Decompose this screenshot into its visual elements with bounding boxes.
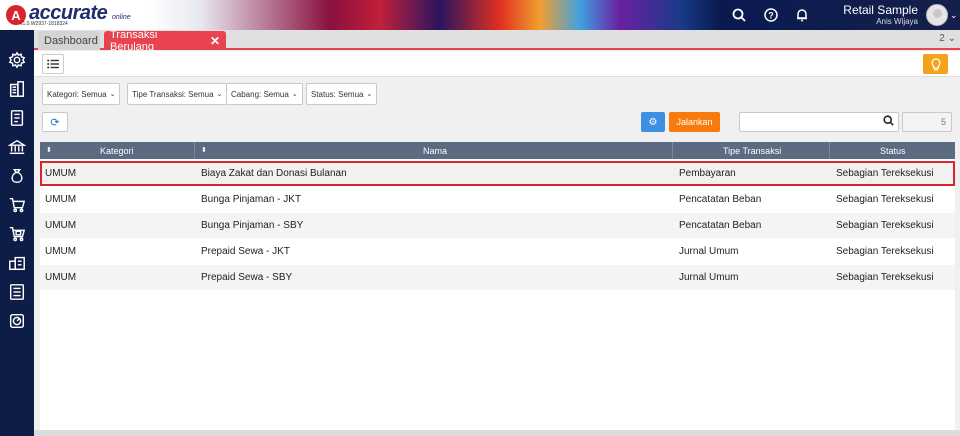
tab-label: Dashboard bbox=[44, 34, 98, 47]
data-table: ⬍ Kategori ⬍ Nama Tipe Transaksi Status … bbox=[40, 142, 955, 430]
cell-kategori: UMUM bbox=[45, 272, 77, 283]
filter-tipe-transaksi[interactable]: Tipe Transaksi: Semua ⌄ bbox=[127, 83, 228, 105]
filter-label: Kategori: Semua bbox=[47, 89, 107, 99]
column-label: Tipe Transaksi bbox=[723, 145, 782, 156]
cell-nama: Prepaid Sewa - SBY bbox=[201, 272, 293, 283]
sort-icon: ⬍ bbox=[46, 147, 52, 154]
tab-bar: Dashboard Transaksi Berulang ✕ 2 ⌄ bbox=[34, 28, 960, 53]
cell-nama: Bunga Pinjaman - JKT bbox=[201, 194, 302, 205]
chevron-down-icon: ⌄ bbox=[109, 91, 116, 98]
cell-nama: Bunga Pinjaman - SBY bbox=[201, 220, 304, 231]
table-row[interactable]: UMUM Biaya Zakat dan Donasi Bulanan Pemb… bbox=[40, 161, 955, 186]
gear-icon: ⚙ bbox=[648, 116, 658, 128]
tab-label: Transaksi Berulang bbox=[110, 28, 158, 53]
logo-text: accurate bbox=[29, 2, 108, 24]
cell-status: Sebagian Tereksekusi bbox=[836, 220, 934, 231]
cell-tipe: Jurnal Umum bbox=[679, 246, 739, 257]
warehouse-icon[interactable] bbox=[7, 253, 27, 273]
cell-tipe: Pembayaran bbox=[679, 168, 736, 179]
dashboard-gauge-icon[interactable] bbox=[7, 311, 27, 331]
cell-tipe: Jurnal Umum bbox=[679, 272, 739, 283]
money-bag-icon[interactable] bbox=[7, 166, 27, 186]
tips-button[interactable] bbox=[923, 54, 948, 74]
bell-icon[interactable] bbox=[793, 6, 811, 24]
tab-count-dropdown[interactable]: 2 ⌄ bbox=[939, 33, 956, 44]
cell-status: Sebagian Tereksekusi bbox=[836, 246, 934, 257]
filter-kategori[interactable]: Kategori: Semua ⌄ bbox=[42, 83, 121, 105]
cell-nama: Biaya Zakat dan Donasi Bulanan bbox=[201, 168, 347, 179]
svg-text:?: ? bbox=[768, 11, 774, 21]
version-text: v1.0.W2937-1818324 bbox=[20, 21, 68, 27]
column-header-status[interactable]: Status bbox=[830, 142, 955, 159]
cell-tipe: Pencatatan Beban bbox=[679, 220, 762, 231]
column-header-tipe-transaksi[interactable]: Tipe Transaksi bbox=[673, 142, 830, 159]
cell-nama: Prepaid Sewa - JKT bbox=[201, 246, 290, 257]
table-header: ⬍ Kategori ⬍ Nama Tipe Transaksi Status bbox=[40, 142, 955, 159]
chevron-down-icon: ⌄ bbox=[366, 91, 373, 98]
filter-cabang[interactable]: Cabang: Semua ⌄ bbox=[226, 83, 303, 105]
refresh-icon: ⟳ bbox=[50, 116, 60, 129]
cell-kategori: UMUM bbox=[45, 194, 77, 205]
table-row[interactable]: UMUM Bunga Pinjaman - JKT Pencatatan Beb… bbox=[40, 187, 955, 212]
settings-button[interactable]: ⚙ bbox=[641, 112, 665, 132]
tab-transaksi-berulang[interactable]: Transaksi Berulang ✕ bbox=[104, 28, 226, 53]
cart-icon[interactable] bbox=[7, 195, 27, 215]
cell-status: Sebagian Tereksekusi bbox=[836, 194, 934, 205]
logo-online-text: online bbox=[112, 14, 131, 21]
column-label: Nama bbox=[423, 145, 448, 156]
table-row[interactable]: UMUM Prepaid Sewa - SBY Jurnal Umum Seba… bbox=[40, 265, 955, 290]
cell-status: Sebagian Tereksekusi bbox=[836, 272, 934, 283]
run-button[interactable]: Jalankan bbox=[669, 112, 720, 132]
filter-status[interactable]: Status: Semua ⌄ bbox=[306, 83, 378, 105]
list-icon bbox=[47, 59, 59, 69]
help-icon[interactable]: ? bbox=[762, 6, 780, 24]
top-bar: A accurate online v1.0.W2937-1818324 ? R… bbox=[0, 0, 960, 30]
horizontal-scrollbar[interactable] bbox=[34, 430, 960, 436]
lightbulb-icon bbox=[931, 57, 940, 70]
toolbar bbox=[34, 51, 960, 77]
user-name: Anis Wijaya bbox=[876, 17, 918, 26]
ledger-icon[interactable] bbox=[7, 108, 27, 128]
main-content: Kategori: Semua ⌄ Tipe Transaksi: Semua ⌄ … bbox=[34, 77, 960, 436]
table-row[interactable]: UMUM Prepaid Sewa - JKT Jurnal Umum Seba… bbox=[40, 239, 955, 264]
filter-label: Status: Semua bbox=[311, 89, 364, 99]
company-info[interactable]: Retail Sample Anis Wijaya bbox=[838, 4, 918, 27]
sidebar bbox=[0, 30, 34, 436]
column-header-nama[interactable]: ⬍ Nama bbox=[195, 142, 673, 159]
tab-dashboard[interactable]: Dashboard bbox=[38, 31, 100, 50]
record-count: 5 bbox=[902, 112, 952, 132]
chevron-down-icon: ⌄ bbox=[216, 91, 223, 98]
chevron-down-icon[interactable]: ⌄ bbox=[950, 10, 958, 21]
cell-kategori: UMUM bbox=[45, 246, 77, 257]
column-header-kategori[interactable]: ⬍ Kategori bbox=[40, 142, 195, 159]
sales-cart-icon[interactable] bbox=[7, 224, 27, 244]
cell-status: Sebagian Tereksekusi bbox=[836, 168, 934, 179]
tab-count-value: 2 bbox=[939, 33, 945, 44]
filter-label: Tipe Transaksi: Semua bbox=[132, 89, 214, 99]
filter-label: Cabang: Semua bbox=[231, 89, 289, 99]
search-icon[interactable] bbox=[730, 6, 748, 24]
settings-icon[interactable] bbox=[7, 50, 27, 70]
report-icon[interactable] bbox=[7, 282, 27, 302]
avatar[interactable] bbox=[926, 4, 948, 26]
column-label: Kategori bbox=[100, 145, 134, 156]
refresh-button[interactable]: ⟳ bbox=[42, 112, 68, 132]
table-row[interactable]: UMUM Bunga Pinjaman - SBY Pencatatan Beb… bbox=[40, 213, 955, 238]
list-view-button[interactable] bbox=[42, 54, 64, 74]
column-label: Status bbox=[880, 145, 906, 156]
close-icon[interactable]: ✕ bbox=[210, 34, 220, 48]
search-box bbox=[739, 112, 899, 132]
cell-kategori: UMUM bbox=[45, 168, 77, 179]
company-name: Retail Sample bbox=[843, 3, 918, 17]
cell-kategori: UMUM bbox=[45, 220, 77, 231]
cell-tipe: Pencatatan Beban bbox=[679, 194, 762, 205]
bank-icon[interactable] bbox=[7, 137, 27, 157]
building-icon[interactable] bbox=[7, 79, 27, 99]
search-icon[interactable] bbox=[883, 115, 894, 129]
search-input[interactable] bbox=[740, 114, 878, 132]
chevron-down-icon: ⌄ bbox=[291, 91, 298, 98]
sort-icon: ⬍ bbox=[201, 147, 207, 154]
